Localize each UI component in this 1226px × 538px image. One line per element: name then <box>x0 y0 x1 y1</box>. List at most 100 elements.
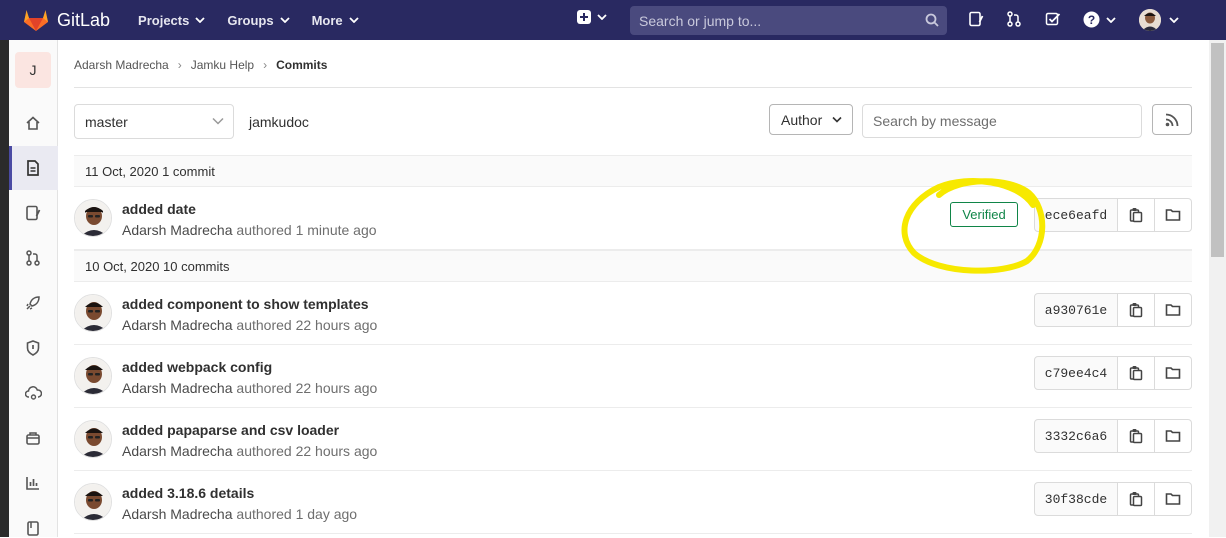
page-scrollbar-thumb[interactable] <box>1211 43 1224 257</box>
copy-sha-button[interactable] <box>1118 356 1155 390</box>
commit-sha[interactable]: ece6eafd <box>1034 198 1118 232</box>
clipboard-icon <box>1129 303 1143 318</box>
todos-shortcut[interactable] <box>1045 11 1061 27</box>
commit-row: added papaparse and csv loader Adarsh Ma… <box>74 408 1192 471</box>
sidebar-item-operations[interactable] <box>23 383 43 403</box>
commit-sha-group: 3332c6a6 <box>1034 419 1192 453</box>
gitlab-home-link[interactable]: GitLab <box>23 8 110 32</box>
browse-files-button[interactable] <box>1155 482 1192 516</box>
sidebar-item-wiki[interactable] <box>23 518 43 538</box>
chevron-down-icon <box>212 117 224 125</box>
author-avatar[interactable] <box>74 420 112 458</box>
window-edge <box>0 40 9 537</box>
commit-title[interactable]: added webpack config <box>122 359 272 375</box>
commit-time: 1 minute ago <box>295 222 377 238</box>
commit-message-search-input[interactable] <box>862 104 1142 138</box>
groups-menu[interactable]: Groups <box>227 12 290 28</box>
projects-menu-label: Projects <box>138 12 190 28</box>
commit-sha-group: 30f38cde <box>1034 482 1192 516</box>
project-sidebar: J <box>9 40 58 537</box>
commit-sha[interactable]: c79ee4c4 <box>1034 356 1118 390</box>
gitlab-logo-icon <box>24 10 48 31</box>
divider <box>74 87 1192 88</box>
chevron-down-icon <box>1169 17 1179 23</box>
rocket-icon <box>26 296 40 310</box>
author-avatar[interactable] <box>74 199 112 237</box>
help-dropdown[interactable]: ? <box>1083 11 1116 28</box>
nav-menu: Projects Groups More <box>138 13 359 28</box>
browse-files-button[interactable] <box>1155 198 1192 232</box>
commit-time: 1 day ago <box>295 506 358 522</box>
commit-time: 22 hours ago <box>295 317 378 333</box>
author-avatar[interactable] <box>74 294 112 332</box>
copy-sha-button[interactable] <box>1118 198 1155 232</box>
groups-menu-label: Groups <box>227 12 274 28</box>
home-icon <box>26 116 40 130</box>
user-menu[interactable] <box>1139 9 1179 31</box>
document-icon <box>27 160 39 176</box>
sidebar-item-merge-requests[interactable] <box>23 248 43 268</box>
copy-sha-button[interactable] <box>1118 482 1155 516</box>
commit-author[interactable]: Adarsh Madrecha <box>122 380 233 396</box>
author-filter-dropdown[interactable]: Author <box>769 104 853 135</box>
file-path[interactable]: jamkudoc <box>249 114 309 130</box>
browse-files-button[interactable] <box>1155 356 1192 390</box>
clipboard-icon <box>1129 429 1143 444</box>
breadcrumb-user[interactable]: Adarsh Madrecha <box>74 58 169 72</box>
commit-time: 22 hours ago <box>295 443 378 459</box>
authored-label: authored <box>236 506 292 522</box>
commit-author[interactable]: Adarsh Madrecha <box>122 506 233 522</box>
commit-author[interactable]: Adarsh Madrecha <box>122 317 233 333</box>
chevron-right-icon: › <box>177 58 182 72</box>
merge-requests-shortcut[interactable] <box>1006 11 1022 27</box>
rss-icon <box>1165 113 1179 126</box>
todo-checkbox-icon <box>1045 12 1061 26</box>
breadcrumb-current[interactable]: Commits <box>276 58 327 72</box>
project-avatar[interactable]: J <box>15 52 51 88</box>
rss-feed-button[interactable] <box>1152 104 1192 135</box>
browse-files-button[interactable] <box>1155 293 1192 327</box>
merge-request-icon <box>1007 11 1021 27</box>
commit-sha-group: ece6eafd <box>1034 198 1192 232</box>
sidebar-item-ci-cd[interactable] <box>23 293 43 313</box>
sidebar-item-issues[interactable] <box>23 203 43 223</box>
commit-title[interactable]: added component to show templates <box>122 296 369 312</box>
sidebar-item-security[interactable] <box>23 338 43 358</box>
book-icon <box>27 521 39 536</box>
author-avatar[interactable] <box>74 483 112 521</box>
branch-selector[interactable]: master <box>74 104 234 139</box>
authored-label: authored <box>236 317 292 333</box>
sidebar-item-packages[interactable] <box>23 428 43 448</box>
global-search-input[interactable] <box>639 12 909 29</box>
sidebar-item-analytics[interactable] <box>23 473 43 493</box>
global-search[interactable] <box>630 6 947 35</box>
commit-meta: Adarsh Madrecha authored 1 day ago <box>122 506 357 522</box>
top-navbar: GitLab Projects Groups More ? <box>0 0 1226 40</box>
projects-menu[interactable]: Projects <box>138 13 205 28</box>
commit-sha[interactable]: a930761e <box>1034 293 1118 327</box>
author-avatar[interactable] <box>74 357 112 395</box>
issues-shortcut[interactable] <box>968 11 984 27</box>
chevron-down-icon <box>195 17 205 23</box>
commit-title[interactable]: added date <box>122 201 196 217</box>
commit-title[interactable]: added papaparse and csv loader <box>122 422 339 438</box>
commit-sha[interactable]: 30f38cde <box>1034 482 1118 516</box>
shield-icon <box>26 340 40 356</box>
clipboard-icon <box>1129 366 1143 381</box>
authored-label: authored <box>236 443 292 459</box>
verified-badge[interactable]: Verified <box>950 202 1018 227</box>
sidebar-item-project-overview[interactable] <box>23 113 43 133</box>
new-item-dropdown[interactable] <box>577 10 607 24</box>
package-icon <box>26 432 40 445</box>
sidebar-item-repository[interactable] <box>23 158 43 178</box>
commit-author[interactable]: Adarsh Madrecha <box>122 443 233 459</box>
more-menu[interactable]: More <box>312 13 359 28</box>
copy-sha-button[interactable] <box>1118 293 1155 327</box>
commit-title[interactable]: added 3.18.6 details <box>122 485 254 501</box>
browse-files-button[interactable] <box>1155 419 1192 453</box>
breadcrumb-project[interactable]: Jamku Help <box>191 58 254 72</box>
commit-author[interactable]: Adarsh Madrecha <box>122 222 233 238</box>
copy-sha-button[interactable] <box>1118 419 1155 453</box>
commit-sha-group: a930761e <box>1034 293 1192 327</box>
commit-sha[interactable]: 3332c6a6 <box>1034 419 1118 453</box>
